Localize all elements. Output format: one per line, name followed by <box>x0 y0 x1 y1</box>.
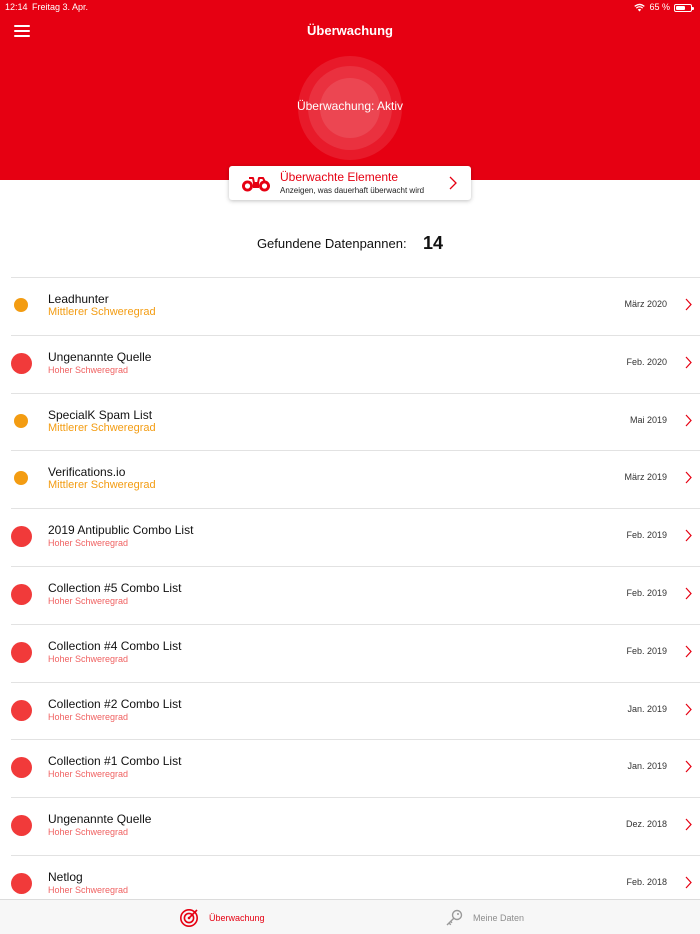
chevron-right-icon <box>685 818 692 831</box>
severity-dot <box>14 471 28 486</box>
breach-name: Verifications.io <box>48 465 126 480</box>
key-icon <box>446 909 463 925</box>
severity-dot <box>11 583 32 605</box>
monitored-items-subtitle: Anzeigen, was dauerhaft überwacht wird <box>280 186 425 195</box>
tab-my-data[interactable]: Meine Daten <box>445 900 524 934</box>
severity-dot <box>14 298 28 312</box>
chevron-right-icon <box>685 645 692 658</box>
breach-list: Leadhunter Mittlerer Schweregrad März 2020… <box>0 277 700 913</box>
breach-date: März 2019 <box>624 472 667 483</box>
status-right: 65 % <box>634 0 694 14</box>
breach-list-item[interactable]: 2019 Antipublic Combo List Hoher Schwereg… <box>11 508 700 566</box>
breach-count-label: Gefundene Datenpannen: <box>256 236 407 251</box>
breach-name: Ungenannte Quelle <box>48 812 152 827</box>
breach-date: Dez. 2018 <box>625 819 667 830</box>
breach-severity: Hoher Schweregrad <box>48 364 129 375</box>
chevron-right-icon <box>685 356 692 369</box>
chevron-right-icon <box>685 876 692 889</box>
chevron-right-icon <box>685 529 692 542</box>
battery-percent: 65 % <box>649 2 670 12</box>
breach-severity: Mittlerer Schweregrad <box>48 479 156 492</box>
breach-list-item[interactable]: Leadhunter Mittlerer Schweregrad März 2020 <box>11 277 700 335</box>
monitored-items-title: Überwachte Elemente <box>280 170 399 184</box>
breach-count-row: Gefundene Datenpannen: 14 <box>0 233 700 254</box>
breach-list-item[interactable]: Ungenannte Quelle Hoher Schweregrad Dez. 2… <box>11 797 700 855</box>
battery-icon <box>674 3 694 12</box>
breach-list-item[interactable]: Collection #2 Combo List Hoher Schweregra… <box>11 681 700 740</box>
breach-list-item[interactable]: SpecialK Spam List Mittlerer Schweregrad M… <box>11 392 700 451</box>
severity-dot <box>11 699 32 721</box>
breach-severity: Hoher Schweregrad <box>48 884 129 895</box>
chevron-right-icon <box>449 176 457 190</box>
severity-dot <box>11 815 32 837</box>
breach-count-value: 14 <box>423 233 444 253</box>
breach-name: Collection #4 Combo List <box>48 638 182 653</box>
chevron-right-icon <box>685 703 692 715</box>
breach-list-item[interactable]: Collection #4 Combo List Hoher Schweregra… <box>11 623 700 682</box>
breach-list-item[interactable]: Collection #1 Combo List Hoher Schweregra… <box>11 739 700 797</box>
breach-severity: Hoher Schweregrad <box>48 769 129 780</box>
breach-date: Jan. 2019 <box>627 761 667 772</box>
chevron-right-icon <box>685 471 692 484</box>
status-bar: 12:14 Freitag 3. Apr. 65 % <box>0 0 700 14</box>
severity-dot <box>11 757 32 779</box>
breach-severity: Hoher Schweregrad <box>48 711 129 722</box>
tab-bar: Überwachung Meine Daten <box>0 899 700 934</box>
battery-fill <box>676 5 686 10</box>
severity-dot <box>11 872 32 894</box>
breach-name: Leadhunter <box>48 292 109 306</box>
tab-monitoring[interactable]: Überwachung <box>179 900 265 934</box>
breach-date: Jan. 2019 <box>627 703 667 714</box>
header: 12:14 Freitag 3. Apr. 65 % Überwachung Ü… <box>0 0 700 180</box>
binoculars-icon <box>242 177 270 192</box>
breach-list-item[interactable]: Collection #5 Combo List Hoher Schweregra… <box>11 565 700 624</box>
monitoring-status: Überwachung: Aktiv <box>296 99 404 113</box>
tab-monitoring-label: Überwachung <box>209 912 265 923</box>
severity-dot <box>11 352 32 374</box>
breach-severity: Mittlerer Schweregrad <box>48 306 156 318</box>
breach-date: Feb. 2018 <box>626 876 667 887</box>
breach-list-item[interactable]: Verifications.io Mittlerer Schweregrad Mär… <box>11 450 700 508</box>
severity-dot <box>14 413 28 428</box>
severity-dot <box>11 641 32 663</box>
chevron-right-icon <box>685 298 692 311</box>
breach-date: März 2020 <box>624 299 667 309</box>
breach-name: Ungenannte Quelle <box>48 349 152 364</box>
breach-list-item[interactable]: Ungenannte Quelle Hoher Schweregrad Feb. 2… <box>11 334 700 393</box>
breach-name: SpecialK Spam List <box>48 407 153 422</box>
breach-severity: Hoher Schweregrad <box>48 538 129 549</box>
page-title: Überwachung <box>307 23 393 38</box>
breach-name: Collection #2 Combo List <box>48 696 182 711</box>
breach-date: Feb. 2020 <box>626 356 667 367</box>
breach-name: 2019 Antipublic Combo List <box>48 523 194 538</box>
breach-name: Collection #1 Combo List <box>48 754 182 769</box>
breach-date: Mai 2019 <box>629 414 667 425</box>
status-time: 12:14 <box>5 2 28 12</box>
breach-severity: Hoher Schweregrad <box>48 595 129 606</box>
breach-date: Feb. 2019 <box>626 530 667 541</box>
breach-severity: Hoher Schweregrad <box>48 827 129 838</box>
radar-icon <box>180 908 198 927</box>
breach-severity: Hoher Schweregrad <box>48 653 129 664</box>
severity-dot <box>11 526 32 548</box>
monitored-items-button[interactable]: Überwachte Elemente Anzeigen, was dauerh… <box>229 166 471 200</box>
breach-severity: Mittlerer Schweregrad <box>48 421 156 434</box>
breach-name: Netlog <box>48 869 83 884</box>
breach-date: Feb. 2019 <box>626 587 667 598</box>
chevron-right-icon <box>685 587 692 600</box>
status-date: Freitag 3. Apr. <box>32 2 89 12</box>
tab-my-data-label: Meine Daten <box>473 912 525 923</box>
chevron-right-icon <box>685 760 692 773</box>
breach-date: Feb. 2019 <box>626 645 667 656</box>
chevron-right-icon <box>685 414 692 426</box>
wifi-icon <box>634 3 646 11</box>
breach-name: Collection #5 Combo List <box>48 580 182 595</box>
